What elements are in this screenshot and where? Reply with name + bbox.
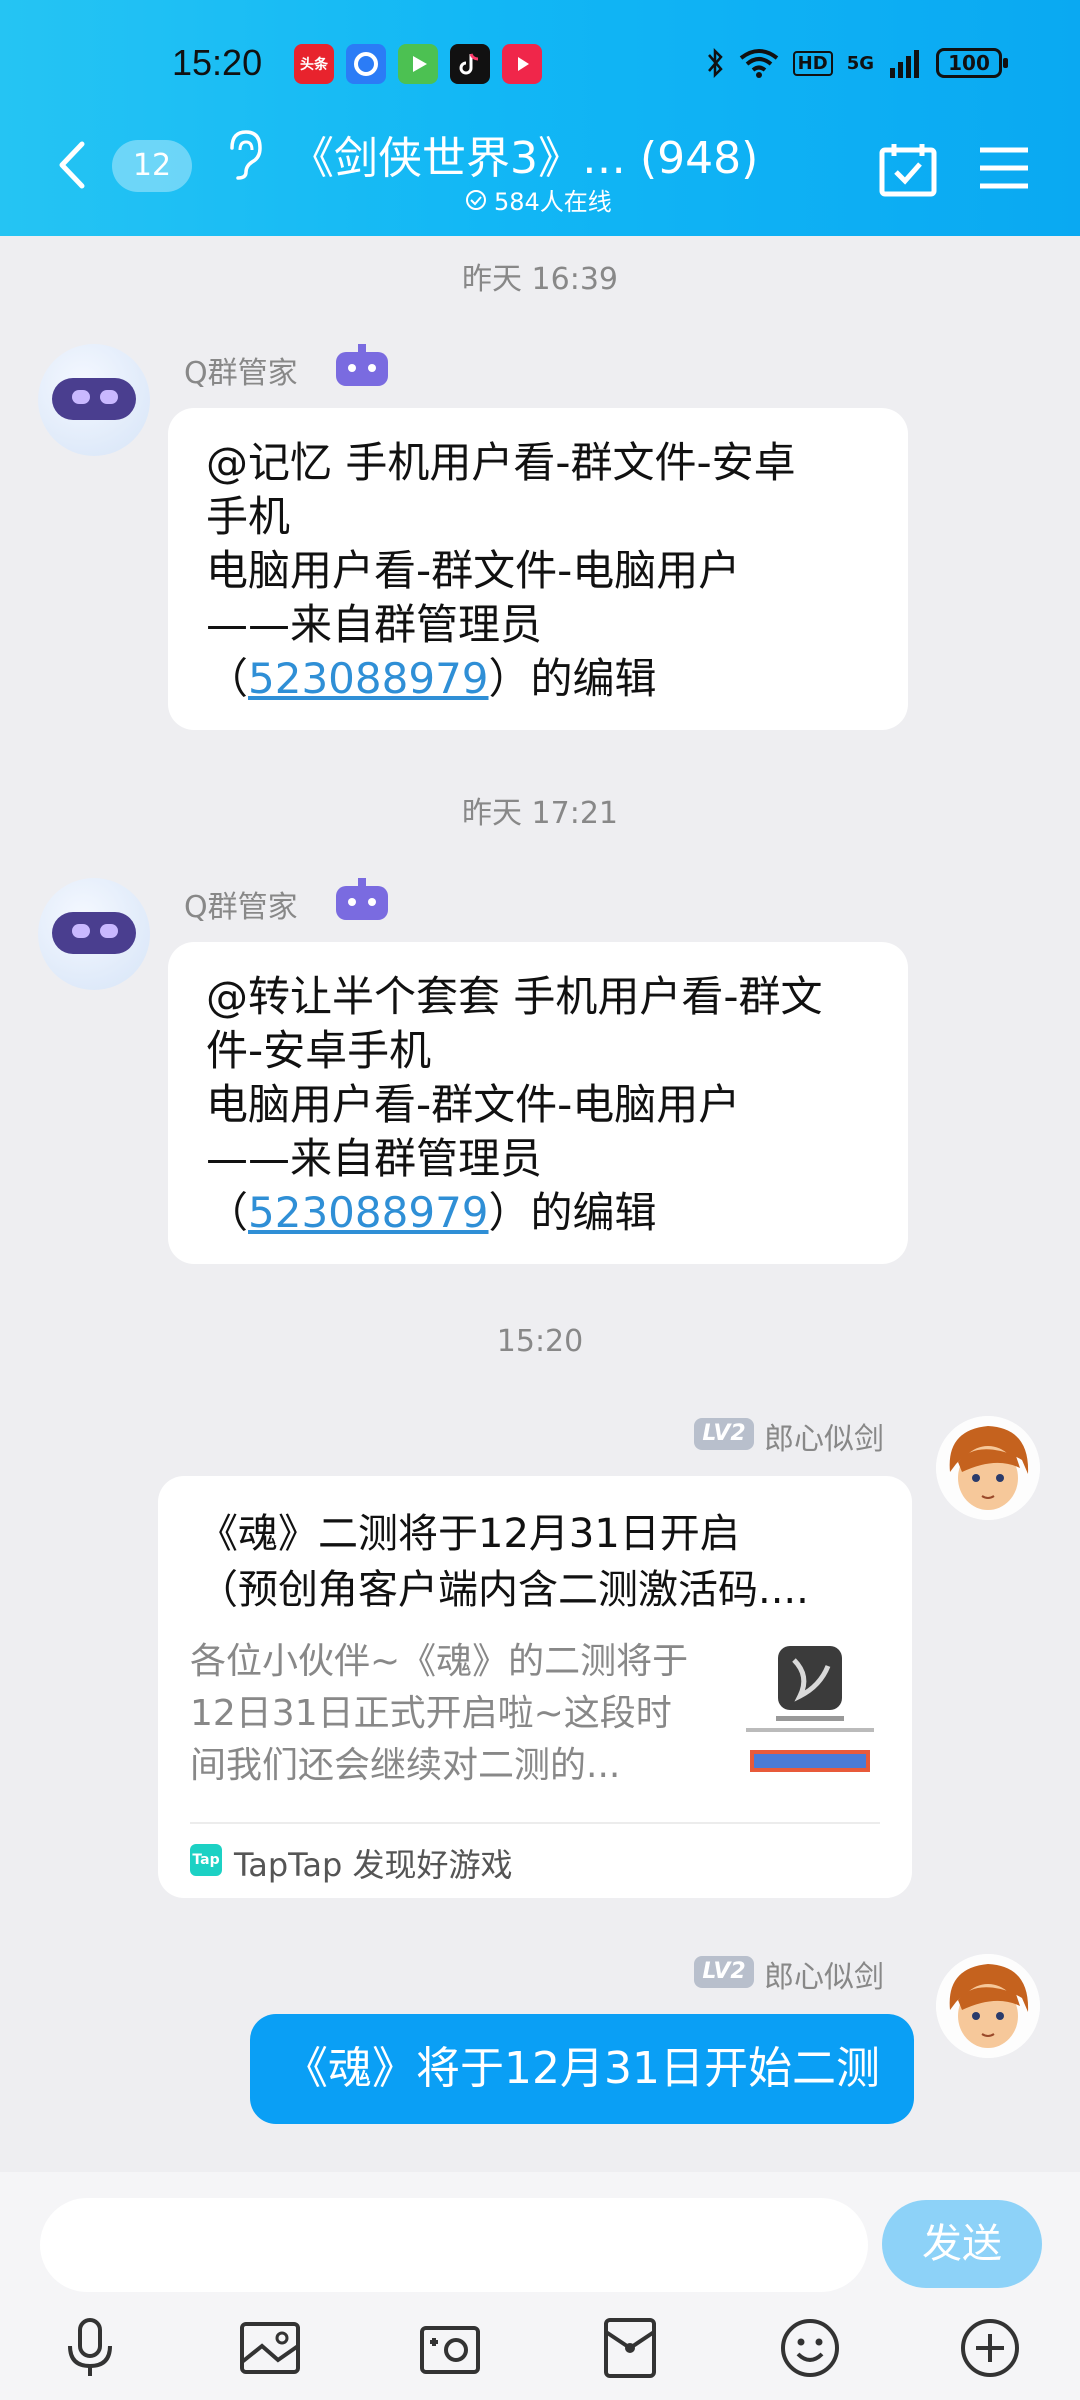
back-arrow-icon[interactable]: [54, 140, 90, 190]
notification-icons: 头条: [294, 44, 542, 84]
timestamp: 15:20: [496, 1324, 584, 1359]
status-bar: 15:20 头条 HD 5G 100: [0, 38, 1080, 98]
red-packet-icon[interactable]: [598, 2316, 662, 2380]
online-count-label: 584人在线: [494, 188, 612, 216]
hd-icon: HD: [792, 50, 833, 76]
message-bubble-self[interactable]: 《魂》将于12月31日开始二测: [250, 2014, 914, 2124]
douyin-icon: [450, 44, 490, 84]
calendar-check-icon[interactable]: [878, 142, 938, 198]
sender-name: Q群管家: [184, 890, 298, 925]
card-thumbnail: [740, 1636, 880, 1776]
wifi-icon: [739, 49, 778, 78]
avatar[interactable]: [38, 344, 150, 456]
timestamp: 昨天 17:21: [462, 796, 618, 831]
message-text: @转让半个套套 手机用户看-群文 件-安卓手机 电脑用户看-群文件-电脑用户 —…: [206, 972, 823, 1237]
youtube-icon: [502, 44, 542, 84]
card-title: 《魂》二测将于12月31日开启 （预创角客户端内含二测激活码....: [198, 1511, 809, 1613]
level-badge: LV2: [694, 1418, 754, 1450]
robot-badge-icon: [336, 878, 388, 920]
system-icons: HD 5G 100: [705, 46, 1008, 80]
plus-circle-icon[interactable]: [958, 2316, 1022, 2380]
bluetooth-icon: [707, 47, 723, 79]
menu-icon[interactable]: [978, 146, 1030, 190]
toolbar: [0, 2296, 1080, 2400]
qq-number-link[interactable]: 523088979: [248, 1188, 489, 1237]
card-description: 各位小伙伴~《魂》的二测将于 12日31日正式开启啦~这段时 间我们还会继续对二…: [190, 1641, 689, 1786]
group-title[interactable]: 《剑侠世界3》… (948): [290, 122, 758, 186]
level-badge: LV2: [694, 1956, 754, 1988]
avatar[interactable]: [38, 878, 150, 990]
check-circle-icon: [466, 189, 486, 210]
taptap-icon: Tap: [190, 1844, 222, 1876]
chat-header: 15:20 头条 HD 5G 100 12 《剑侠世界3》… (948) 584…: [0, 0, 1080, 236]
image-icon[interactable]: [238, 2316, 302, 2380]
online-count: 584人在线: [464, 182, 612, 217]
sender-name: Q群管家: [184, 356, 298, 391]
toutiao-icon: 头条: [294, 44, 334, 84]
card-source: TapTap 发现好游戏: [234, 1846, 513, 1884]
avatar[interactable]: [936, 1416, 1040, 1520]
battery-icon: 100: [936, 48, 1008, 78]
emoji-icon[interactable]: [778, 2316, 842, 2380]
qq-number-link[interactable]: 523088979: [248, 654, 489, 703]
status-time: 15:20: [172, 42, 263, 83]
browser-icon: [346, 44, 386, 84]
sender-name: 郎心似剑: [764, 1960, 884, 1995]
send-button[interactable]: 发送: [882, 2200, 1042, 2288]
sender-name: 郎心似剑: [764, 1422, 884, 1457]
signal-icon: [890, 50, 919, 78]
timestamp: 昨天 16:39: [462, 262, 618, 297]
video-icon: [398, 44, 438, 84]
message-input[interactable]: [40, 2198, 868, 2292]
avatar[interactable]: [936, 1954, 1040, 2058]
robot-badge-icon: [336, 344, 388, 386]
card-divider: [190, 1822, 880, 1824]
signal-5g-label: 5G: [846, 52, 874, 74]
message-text: @记忆 手机用户看-群文件-安卓 手机 电脑用户看-群文件-电脑用户 ——来自群…: [206, 438, 796, 703]
camera-icon[interactable]: [418, 2316, 482, 2380]
ear-icon[interactable]: [222, 128, 266, 182]
microphone-icon[interactable]: [58, 2316, 122, 2380]
unread-count-badge[interactable]: 12: [112, 140, 192, 192]
